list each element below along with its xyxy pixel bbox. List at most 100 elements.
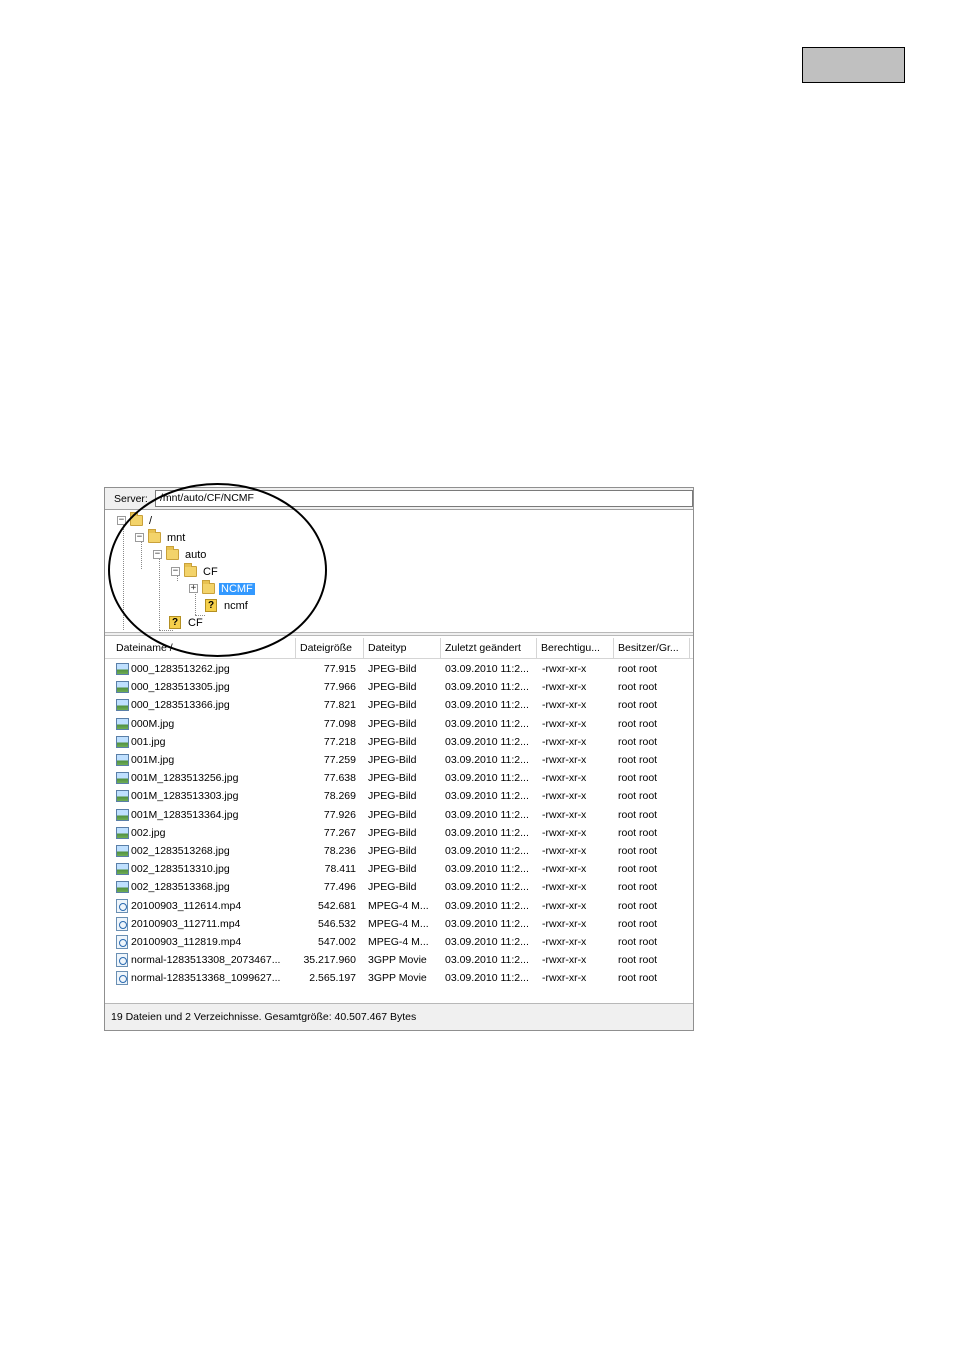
file-type: MPEG-4 M... (368, 917, 429, 930)
file-owner: root root (618, 954, 658, 967)
file-permissions: -rwxr-xr-x (542, 663, 587, 675)
file-name: 002.jpg (131, 826, 166, 839)
file-row[interactable]: normal-1283513308_2073467... 35.217.960 3G… (105, 951, 693, 969)
file-name: 20100903_112711.mp4 (131, 917, 241, 930)
video-file-icon (116, 935, 128, 949)
file-owner: root root (618, 754, 658, 766)
file-permissions: -rwxr-xr-x (542, 754, 587, 766)
file-owner: root root (618, 663, 658, 675)
file-permissions: -rwxr-xr-x (542, 699, 587, 712)
file-row[interactable]: 001M.jpg 77.259 JPEG-Bild 03.09.2010 11:2..… (105, 751, 693, 769)
file-name: 20100903_112819.mp4 (131, 936, 242, 948)
remote-directory-tree: − / − mnt − auto − CF + NCMF ? ncmf ? CF (105, 510, 693, 632)
collapse-icon[interactable]: − (135, 533, 144, 542)
column-header-owner[interactable]: Besitzer/Gr... (614, 638, 690, 658)
tree-item-mnt[interactable]: − mnt (135, 529, 187, 546)
column-header-filetype[interactable]: Dateityp (364, 638, 441, 658)
collapse-icon[interactable]: − (117, 516, 126, 525)
file-size: 546.532 (318, 917, 356, 930)
file-permissions: -rwxr-xr-x (542, 772, 587, 785)
file-permissions: -rwxr-xr-x (542, 917, 587, 930)
image-file-icon (116, 808, 129, 821)
image-file-icon (116, 790, 129, 803)
file-permissions: -rwxr-xr-x (542, 735, 587, 748)
file-type: JPEG-Bild (368, 772, 417, 785)
file-type: JPEG-Bild (368, 826, 417, 839)
tree-item-ncmf-selected[interactable]: + NCMF (189, 580, 255, 597)
file-type: JPEG-Bild (368, 845, 417, 857)
file-modified: 03.09.2010 11:2... (445, 936, 529, 948)
video-file-icon (116, 916, 128, 931)
file-row[interactable]: 001M_1283513256.jpg 77.638 JPEG-Bild 03.09.… (105, 769, 693, 787)
tree-item-label: CF (203, 565, 218, 578)
file-size: 2.565.197 (309, 972, 356, 985)
file-name: 002_1283513268.jpg (131, 845, 230, 857)
file-row[interactable]: 20100903_112819.mp4 547.002 MPEG-4 M... 03.… (105, 933, 693, 951)
file-name: normal-1283513308_2073467... (131, 954, 281, 967)
file-name: 20100903_112614.mp4 (131, 899, 242, 912)
file-row[interactable]: 001M_1283513364.jpg 77.926 JPEG-Bild 03.09.… (105, 806, 693, 824)
tree-item-auto[interactable]: − auto (153, 546, 208, 563)
file-modified: 03.09.2010 11:2... (445, 699, 529, 712)
file-modified: 03.09.2010 11:2... (445, 917, 529, 930)
file-row[interactable]: 001M_1283513303.jpg 78.269 JPEG-Bild 03.09.… (105, 787, 693, 805)
file-row[interactable]: 000_1283513366.jpg 77.821 JPEG-Bild 03.09.2… (105, 696, 693, 714)
panel-splitter[interactable] (105, 632, 693, 636)
tree-item-label: mnt (167, 531, 186, 544)
file-size: 77.218 (323, 735, 356, 748)
file-modified: 03.09.2010 11:2... (445, 899, 529, 912)
folder-icon (166, 546, 179, 560)
file-name: 000_1283513305.jpg (131, 681, 230, 694)
image-file-icon (116, 754, 129, 766)
file-name: 001M_1283513364.jpg (131, 808, 239, 821)
expand-icon[interactable]: + (189, 584, 198, 593)
column-header-filename[interactable]: Dateiname / (112, 638, 296, 658)
file-row[interactable]: 000_1283513305.jpg 77.966 JPEG-Bild 03.09.2… (105, 678, 693, 696)
file-owner: root root (618, 772, 658, 785)
file-row[interactable]: 002.jpg 77.267 JPEG-Bild 03.09.2010 11:2...… (105, 824, 693, 842)
file-type: JPEG-Bild (368, 881, 417, 894)
file-permissions: -rwxr-xr-x (542, 954, 587, 967)
file-row[interactable]: normal-1283513368_1099627... 2.565.197 3GP… (105, 969, 693, 987)
file-type: JPEG-Bild (368, 699, 417, 712)
file-row[interactable]: 002_1283513368.jpg 77.496 JPEG-Bild 03.09.2… (105, 878, 693, 896)
file-modified: 03.09.2010 11:2... (445, 972, 529, 985)
file-row[interactable]: 20100903_112711.mp4 546.532 MPEG-4 M... 03.… (105, 915, 693, 933)
tree-item-root[interactable]: − / (117, 512, 154, 529)
file-owner: root root (618, 899, 658, 912)
file-size: 542.681 (318, 899, 356, 912)
file-row[interactable]: 002_1283513268.jpg 78.236 JPEG-Bild 03.09.2… (105, 842, 693, 860)
tree-item-ncmf-lower[interactable]: ? ncmf (205, 597, 250, 614)
file-size: 77.496 (323, 881, 356, 894)
column-header-filesize[interactable]: Dateigröße (296, 638, 364, 658)
column-header-modified[interactable]: Zuletzt geändert (441, 638, 537, 658)
collapse-icon[interactable]: − (171, 567, 180, 576)
column-header-permissions[interactable]: Berechtigu... (537, 638, 614, 658)
unknown-folder-icon: ? (205, 599, 217, 612)
video-file-icon (116, 953, 128, 968)
file-row[interactable]: 000_1283513262.jpg 77.915 JPEG-Bild 03.09.2… (105, 660, 693, 678)
collapse-icon[interactable]: − (153, 550, 162, 559)
file-name: 000_1283513366.jpg (131, 699, 230, 712)
file-name: 001M.jpg (131, 754, 175, 766)
tree-item-label: NCMF (219, 582, 255, 595)
file-permissions: -rwxr-xr-x (542, 790, 587, 803)
ftp-remote-panel: Server: /mnt/auto/CF/NCMF − / − mnt − au… (104, 487, 694, 1031)
file-row[interactable]: 001.jpg 77.218 JPEG-Bild 03.09.2010 11:2...… (105, 733, 693, 751)
file-permissions: -rwxr-xr-x (542, 899, 587, 912)
server-path-input[interactable]: /mnt/auto/CF/NCMF (155, 490, 693, 507)
file-modified: 03.09.2010 11:2... (445, 681, 529, 694)
tree-item-label: CF (188, 616, 203, 629)
file-row[interactable]: 20100903_112614.mp4 542.681 MPEG-4 M... 03.… (105, 897, 693, 915)
unknown-folder-icon: ? (169, 616, 181, 629)
server-bar: Server: /mnt/auto/CF/NCMF (105, 488, 693, 510)
file-row[interactable]: 000M.jpg 77.098 JPEG-Bild 03.09.2010 11:2..… (105, 715, 693, 733)
file-row[interactable]: 002_1283513310.jpg 78.411 JPEG-Bild 03.09.2… (105, 860, 693, 878)
tree-item-label: ncmf (224, 599, 248, 612)
file-modified: 03.09.2010 11:2... (445, 863, 529, 876)
tree-item-cf-unknown[interactable]: ? CF (169, 614, 205, 631)
file-permissions: -rwxr-xr-x (542, 972, 587, 985)
file-modified: 03.09.2010 11:2... (445, 881, 529, 894)
file-name: 000_1283513262.jpg (131, 663, 230, 675)
tree-item-cf[interactable]: − CF (171, 563, 220, 580)
